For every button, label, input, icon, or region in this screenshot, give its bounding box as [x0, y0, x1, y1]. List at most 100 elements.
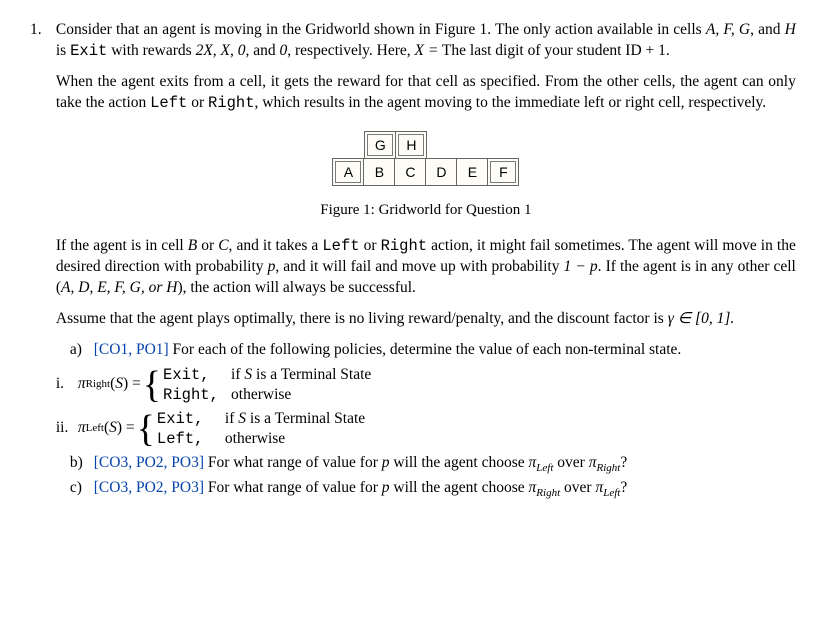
part-b-label: b)	[70, 453, 90, 474]
one-minus-p: 1 − p	[564, 258, 598, 275]
text: , and it takes a	[229, 237, 323, 254]
text: over	[560, 479, 595, 496]
case-lines: Exit, if S is a Terminal State Right,othe…	[163, 365, 371, 405]
pi: π	[78, 374, 86, 395]
pi-left: πLeft	[529, 454, 554, 471]
of-s: (S) =	[110, 374, 141, 395]
figure-caption: Figure 1: Gridworld for Question 1	[56, 200, 796, 220]
text: if	[231, 366, 244, 383]
text: For what range of value for	[204, 454, 382, 471]
text: If the agent is in cell	[56, 237, 188, 254]
cond-terminal: if S is a Terminal State	[225, 409, 365, 429]
action-right: Right	[208, 94, 255, 112]
part-c-label: c)	[70, 478, 90, 499]
part-a: a) [CO1, PO1] For each of the following …	[70, 340, 796, 361]
text: Assume that the agent plays optimally, t…	[56, 310, 668, 327]
action-right: Right	[381, 237, 428, 255]
cell-b: B	[188, 237, 197, 254]
pi-right: πRight	[529, 479, 561, 496]
text: , and it will fail and move up with prob…	[275, 258, 563, 275]
cell-c: C	[218, 237, 228, 254]
cell-h: H	[785, 21, 796, 38]
case-exit: Exit,	[157, 409, 213, 429]
sub: Left	[603, 488, 620, 500]
pi-left: πLeft	[595, 479, 620, 496]
case-right: Right,	[163, 385, 219, 405]
text: ?	[620, 479, 627, 496]
grid-bottom-row: A B C D E F	[333, 159, 519, 186]
co-po-b: [CO3, PO2, PO3]	[94, 454, 204, 471]
part-a-text: For each of the following policies, dete…	[169, 341, 682, 358]
cell-b: B	[363, 158, 395, 186]
text: The last digit of your student ID + 1.	[438, 42, 669, 59]
sub: Right	[596, 462, 620, 474]
cell-a: A	[332, 158, 364, 186]
text: , which results in the agent moving to t…	[255, 94, 767, 111]
sub-i-label: i.	[56, 374, 78, 395]
text: , respectively. Here,	[287, 42, 414, 59]
text: ?	[620, 454, 627, 471]
cell-h: H	[395, 131, 427, 159]
cells-afg: A, F, G	[706, 21, 750, 38]
co-po-c: [CO3, PO2, PO3]	[94, 479, 204, 496]
gridworld: G H A B C D E F	[333, 132, 519, 186]
intro-paragraph-2: When the agent exits from a cell, it get…	[56, 72, 796, 114]
question-body: Consider that an agent is moving in the …	[56, 20, 796, 501]
grid-top-row: G H	[365, 132, 519, 159]
sub: Left	[536, 462, 553, 474]
case-line-2: Left, otherwise	[157, 429, 365, 449]
text: or	[360, 237, 381, 254]
policy-left: ii. πLeft(S) = { Exit, if S is a Terminal…	[56, 409, 796, 449]
case-line-1: Exit, if S is a Terminal State	[163, 365, 371, 385]
cell-e: E	[456, 158, 488, 186]
question-number: 1.	[30, 20, 52, 41]
gamma-range: γ ∈ [0, 1].	[668, 310, 735, 327]
case-left: Left,	[157, 429, 213, 449]
text: with rewards	[107, 42, 195, 59]
cell-f: F	[487, 158, 519, 186]
sub-ii-label: ii.	[56, 418, 78, 439]
part-c: c) [CO3, PO2, PO3] For what range of val…	[70, 478, 796, 501]
sub: Right	[536, 488, 560, 500]
text: if	[225, 410, 238, 427]
text: , and	[750, 21, 785, 38]
cases: { Exit, if S is a Terminal State Right,ot…	[143, 365, 372, 405]
case-line-2: Right,otherwise	[163, 385, 371, 405]
figure-1: G H A B C D E F Figure 1: Gridworld for …	[56, 132, 796, 220]
action-left: Left	[150, 94, 187, 112]
part-b: b) [CO3, PO2, PO3] For what range of val…	[70, 453, 796, 476]
other-cells: A, D, E, F, G,	[61, 279, 145, 296]
text: over	[553, 454, 588, 471]
paragraph-4: Assume that the agent plays optimally, t…	[56, 309, 796, 330]
text: is a Terminal State	[246, 410, 365, 427]
paragraph-3: If the agent is in cell B or C, and it t…	[56, 236, 796, 299]
text: will the agent choose	[390, 454, 529, 471]
pi: π	[78, 418, 86, 439]
text: For what range of value for	[204, 479, 382, 496]
text: or	[197, 237, 218, 254]
cell-d: D	[425, 158, 457, 186]
policy-right: i. πRight(S) = { Exit, if S is a Terminal…	[56, 365, 796, 405]
part-a-label: a)	[70, 340, 90, 361]
case-line-1: Exit, if S is a Terminal State	[157, 409, 365, 429]
var-s: S	[238, 410, 246, 427]
cond-otherwise: otherwise	[225, 429, 285, 449]
action-exit: Exit	[70, 42, 107, 60]
pi-subscript: Left	[86, 421, 104, 436]
case-exit: Exit,	[163, 365, 219, 385]
brace-icon: {	[143, 366, 161, 404]
cond-terminal: if S is a Terminal State	[231, 365, 371, 385]
of-s: (S) =	[104, 418, 135, 439]
question-container: 1. Consider that an agent is moving in t…	[30, 20, 796, 501]
brace-icon: {	[137, 410, 155, 448]
pi-subscript: Right	[86, 377, 110, 392]
case-lines: Exit, if S is a Terminal State Left, other…	[157, 409, 365, 449]
pi-right: πRight	[589, 454, 621, 471]
action-left: Left	[322, 237, 359, 255]
rewards: 2X, X, 0	[196, 42, 246, 59]
var-s: S	[244, 366, 252, 383]
cell-g: G	[364, 131, 396, 159]
var-p: p	[382, 454, 390, 471]
cell-c: C	[394, 158, 426, 186]
text: Consider that an agent is moving in the …	[56, 21, 706, 38]
